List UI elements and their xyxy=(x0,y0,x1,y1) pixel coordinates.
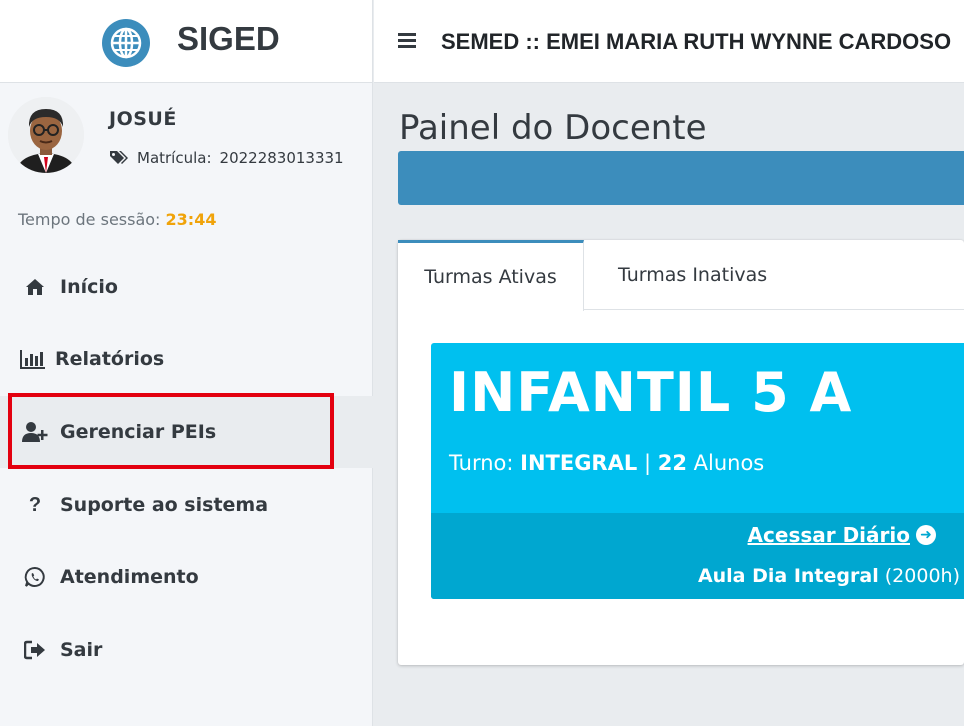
nav-label-suporte: Suporte ao sistema xyxy=(60,494,269,516)
nav-label-relatorios: Relatórios xyxy=(55,348,165,370)
globe-logo-icon xyxy=(102,19,150,67)
tab-turmas-ativas[interactable]: Turmas Ativas xyxy=(398,240,584,311)
alunos-count: 22 xyxy=(657,451,687,475)
acessar-diario-label: Acessar Diário xyxy=(747,523,910,547)
sidebar: SIGED JOSUÉ Matrícula: 2022283013331 Tem… xyxy=(0,0,373,726)
aula-info: Aula Dia Integral (2000h) xyxy=(698,565,960,587)
tab-bar: Turmas Ativas Turmas Inativas xyxy=(398,240,964,311)
brand[interactable]: SIGED xyxy=(0,0,372,83)
avatar-image xyxy=(8,97,84,173)
session-label: Tempo de sessão: xyxy=(18,210,161,229)
nav-label-atendimento: Atendimento xyxy=(60,566,199,588)
nav-item-suporte[interactable]: ? Suporte ao sistema xyxy=(0,469,373,541)
classes-card: Turmas Ativas Turmas Inativas INFANTIL 5… xyxy=(398,240,964,665)
bar-chart-icon xyxy=(20,348,46,370)
info-separator: | xyxy=(643,451,652,475)
whatsapp-icon xyxy=(22,566,48,588)
user-name: JOSUÉ xyxy=(109,108,177,130)
alunos-label: Alunos xyxy=(693,451,765,475)
tags-icon xyxy=(110,151,128,164)
matricula-value: 2022283013331 xyxy=(219,149,344,167)
aula-hours: (2000h) xyxy=(884,565,960,587)
topbar: SEMED :: EMEI MARIA RUTH WYNNE CARDOSO xyxy=(374,0,964,83)
nav-label-sair: Sair xyxy=(60,639,103,661)
turno-value: INTEGRAL xyxy=(520,451,638,475)
avatar[interactable] xyxy=(8,97,84,173)
session-time: 23:44 xyxy=(165,210,217,229)
arrow-circle-right-icon: ➜ xyxy=(916,525,936,545)
nav-item-sair[interactable]: Sair xyxy=(0,614,373,686)
highlight-annotation xyxy=(8,393,334,469)
matricula-label: Matrícula: xyxy=(137,149,212,167)
menu-toggle-icon[interactable] xyxy=(398,33,416,48)
class-footer: Acessar Diário ➜ Aula Dia Integral (2000… xyxy=(431,513,964,599)
home-icon xyxy=(22,276,48,298)
info-banner xyxy=(398,151,964,205)
class-box: INFANTIL 5 A Turno: INTEGRAL | 22 Alunos… xyxy=(431,343,964,599)
class-name: INFANTIL 5 A xyxy=(449,361,853,424)
nav-item-inicio[interactable]: Início xyxy=(0,251,373,323)
nav-label-inicio: Início xyxy=(60,276,118,298)
nav-item-relatorios[interactable]: Relatórios xyxy=(0,323,373,395)
page-title: Painel do Docente xyxy=(399,108,707,148)
tab-turmas-inativas[interactable]: Turmas Inativas xyxy=(618,240,767,310)
sign-out-icon xyxy=(22,639,48,661)
question-icon: ? xyxy=(28,493,42,516)
nav-item-atendimento[interactable]: Atendimento xyxy=(0,541,373,613)
aula-label: Aula Dia Integral xyxy=(697,565,879,587)
class-info: Turno: INTEGRAL | 22 Alunos xyxy=(449,451,764,475)
turno-label: Turno: xyxy=(449,451,514,475)
user-matricula: Matrícula: 2022283013331 xyxy=(109,149,344,167)
brand-name: SIGED xyxy=(177,20,280,57)
school-title: SEMED :: EMEI MARIA RUTH WYNNE CARDOSO xyxy=(441,29,952,54)
acessar-diario-link[interactable]: Acessar Diário ➜ xyxy=(748,523,936,547)
session-timer: Tempo de sessão: 23:44 xyxy=(18,210,216,229)
